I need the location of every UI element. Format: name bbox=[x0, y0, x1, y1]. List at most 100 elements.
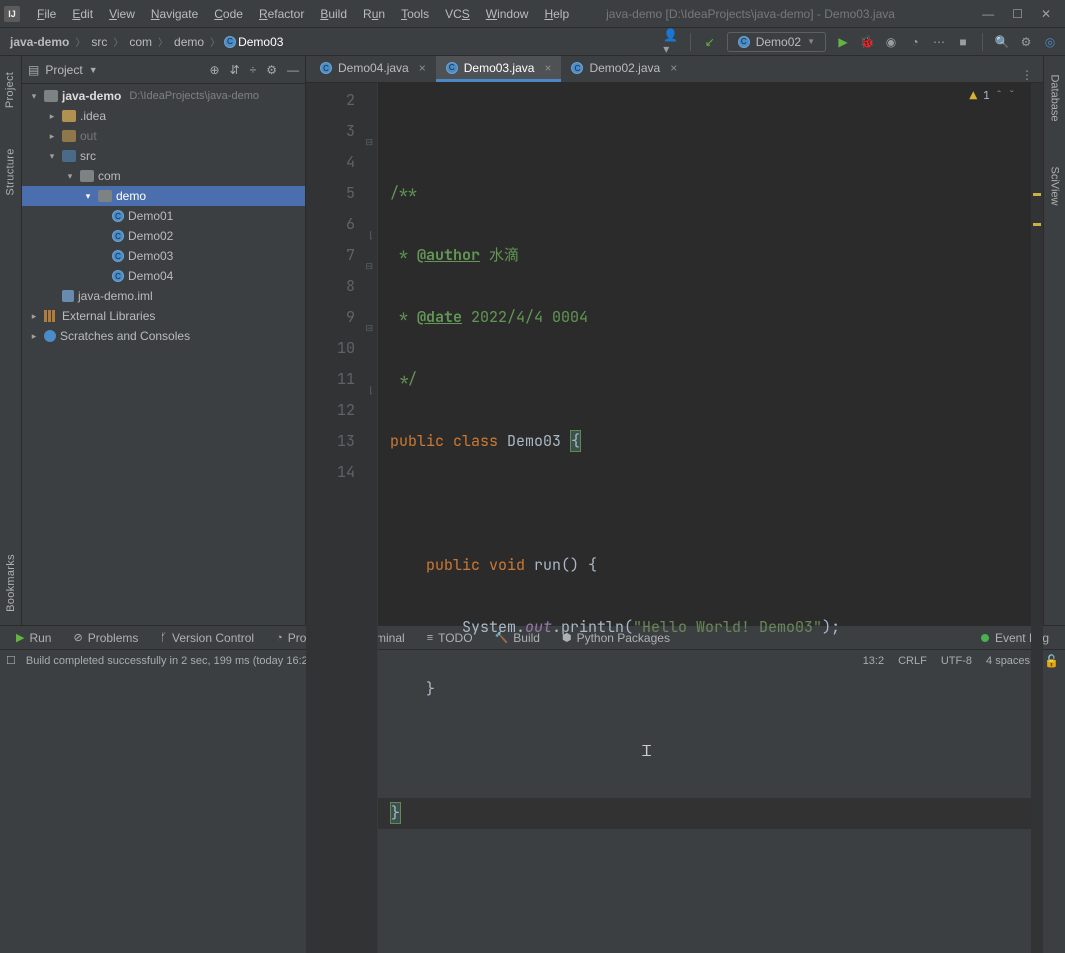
user-icon[interactable]: 👤▾ bbox=[664, 35, 678, 49]
readonly-lock-icon[interactable]: 🔓 bbox=[1044, 654, 1059, 668]
project-panel: ▤ Project ▼ ⊕ ⇵ ÷ ⚙ — ▾ java-demo D:\Ide… bbox=[22, 56, 306, 625]
menu-tools[interactable]: Tools bbox=[394, 4, 436, 24]
tree-src[interactable]: ▾src bbox=[22, 146, 305, 166]
left-tool-stripe: Project Structure Bookmarks bbox=[0, 56, 22, 625]
tree-iml[interactable]: java-demo.iml bbox=[22, 286, 305, 306]
crumb-src[interactable]: src bbox=[89, 35, 109, 49]
tab-demo03[interactable]: CDemo03.java× bbox=[436, 56, 562, 82]
toolbar-actions: 👤▾ ↙ C Demo02 ▼ ▶ 🐞 ◉ ◔ ⋯ ■ 🔍 ⚙ ◎ bbox=[664, 32, 1057, 52]
class-icon: C bbox=[224, 36, 236, 48]
main-area: Project Structure Bookmarks ▤ Project ▼ … bbox=[0, 56, 1065, 625]
collapse-all-icon[interactable]: ÷ bbox=[250, 63, 257, 77]
ide-action-icon[interactable]: ◎ bbox=[1043, 35, 1057, 49]
expand-all-icon[interactable]: ⇵ bbox=[230, 63, 240, 77]
run-icon[interactable]: ▶ bbox=[836, 35, 850, 49]
stripe-database[interactable]: Database bbox=[1049, 74, 1061, 121]
chevron-down-icon[interactable]: ˇ bbox=[1008, 89, 1015, 103]
close-icon[interactable]: × bbox=[419, 61, 426, 75]
stripe-sciview[interactable]: SciView bbox=[1049, 167, 1061, 206]
window-title: java-demo [D:\IdeaProjects\java-demo] - … bbox=[576, 7, 972, 21]
tab-demo04[interactable]: CDemo04.java× bbox=[310, 56, 436, 82]
crumb-com[interactable]: com bbox=[127, 35, 154, 49]
select-opened-icon[interactable]: ⊕ bbox=[210, 63, 220, 77]
project-tree: ▾ java-demo D:\IdeaProjects\java-demo ▸.… bbox=[22, 84, 305, 625]
status-message: Build completed successfully in 2 sec, 1… bbox=[26, 655, 318, 667]
project-view-icon[interactable]: ▤ bbox=[28, 63, 39, 77]
tree-external-libs[interactable]: ▸External Libraries bbox=[22, 306, 305, 326]
editor[interactable]: 2 3⊟ 4 5 6⌊ 7⊟ 8 9⊟ 10 11⌊ 12 13 14 /** … bbox=[306, 83, 1043, 953]
tree-demo04[interactable]: CDemo04 bbox=[22, 266, 305, 286]
tree-root[interactable]: ▾ java-demo D:\IdeaProjects\java-demo bbox=[22, 86, 305, 106]
tree-scratches[interactable]: ▸Scratches and Consoles bbox=[22, 326, 305, 346]
fold-icon[interactable]: ⊟ bbox=[363, 313, 373, 323]
tab-more-icon[interactable]: ⋮ bbox=[1011, 68, 1043, 82]
class-icon: C bbox=[738, 36, 750, 48]
project-panel-title[interactable]: Project bbox=[45, 63, 82, 77]
close-icon[interactable]: × bbox=[544, 61, 551, 75]
chevron-up-icon[interactable]: ˆ bbox=[996, 89, 1003, 103]
fold-icon[interactable]: ⊟ bbox=[363, 251, 373, 261]
toolwin-version-control[interactable]: ᚶVersion Control bbox=[152, 631, 262, 645]
debug-icon[interactable]: 🐞 bbox=[860, 35, 874, 49]
editor-tabs: CDemo04.java× CDemo03.java× CDemo02.java… bbox=[306, 56, 1043, 83]
attach-icon[interactable]: ⋯ bbox=[932, 35, 946, 49]
menu-run[interactable]: Run bbox=[356, 4, 392, 24]
tree-demo02[interactable]: CDemo02 bbox=[22, 226, 305, 246]
tree-idea[interactable]: ▸.idea bbox=[22, 106, 305, 126]
menu-help[interactable]: Help bbox=[537, 4, 576, 24]
error-stripe[interactable] bbox=[1031, 83, 1043, 953]
menu-view[interactable]: View bbox=[102, 4, 142, 24]
chevron-down-icon[interactable]: ▼ bbox=[89, 65, 98, 75]
crumb-demo[interactable]: demo bbox=[172, 35, 206, 49]
stripe-structure[interactable]: Structure bbox=[5, 148, 17, 195]
chevron-icon: 〉 bbox=[109, 34, 127, 49]
menu-vcs[interactable]: VCS bbox=[438, 4, 477, 24]
menu-code[interactable]: Code bbox=[207, 4, 250, 24]
menu-build[interactable]: Build bbox=[313, 4, 354, 24]
gutter: 2 3⊟ 4 5 6⌊ 7⊟ 8 9⊟ 10 11⌊ 12 13 14 bbox=[306, 83, 378, 953]
build-icon[interactable]: ↙ bbox=[703, 35, 717, 49]
close-icon[interactable]: × bbox=[670, 61, 677, 75]
chevron-icon: 〉 bbox=[206, 34, 224, 49]
hide-panel-icon[interactable]: — bbox=[287, 63, 299, 77]
menu-window[interactable]: Window bbox=[479, 4, 536, 24]
settings-icon[interactable]: ⚙ bbox=[1019, 35, 1033, 49]
tab-demo02[interactable]: CDemo02.java× bbox=[561, 56, 687, 82]
menu-refactor[interactable]: Refactor bbox=[252, 4, 311, 24]
title-bar: IJ File Edit View Navigate Code Refactor… bbox=[0, 0, 1065, 28]
fold-end-icon[interactable]: ⌊ bbox=[363, 375, 373, 385]
inspection-widget[interactable]: ▲ 1 ˆ ˇ bbox=[969, 87, 1015, 104]
toolwin-run[interactable]: ▶Run bbox=[8, 631, 59, 645]
close-icon[interactable]: ✕ bbox=[1041, 7, 1051, 21]
tree-out[interactable]: ▸out bbox=[22, 126, 305, 146]
menu-edit[interactable]: Edit bbox=[65, 4, 100, 24]
warning-icon: ▲ bbox=[969, 87, 977, 104]
text-cursor-icon: Ꮖ bbox=[642, 737, 652, 768]
fold-icon[interactable]: ⊟ bbox=[363, 127, 373, 137]
stripe-project[interactable]: Project bbox=[5, 72, 17, 108]
crumb-file[interactable]: Demo03 bbox=[236, 35, 285, 49]
search-icon[interactable]: 🔍 bbox=[995, 35, 1009, 49]
fold-end-icon[interactable]: ⌊ bbox=[363, 220, 373, 230]
tree-demo01[interactable]: CDemo01 bbox=[22, 206, 305, 226]
menu-navigate[interactable]: Navigate bbox=[144, 4, 205, 24]
toolwin-problems[interactable]: ⊘Problems bbox=[65, 631, 146, 645]
tree-demo[interactable]: ▾demo bbox=[22, 186, 305, 206]
stripe-bookmarks[interactable]: Bookmarks bbox=[5, 554, 17, 612]
crumb-root[interactable]: java-demo bbox=[8, 35, 71, 49]
run-config-selector[interactable]: C Demo02 ▼ bbox=[727, 32, 826, 52]
maximize-icon[interactable]: ☐ bbox=[1012, 7, 1023, 21]
status-message-icon: ☐ bbox=[6, 654, 16, 667]
menu-file[interactable]: File bbox=[30, 4, 63, 24]
tree-com[interactable]: ▾com bbox=[22, 166, 305, 186]
code-content[interactable]: /** * @author 水滴 * @date 2022/4/4 0004 *… bbox=[378, 83, 1043, 953]
settings-icon[interactable]: ⚙ bbox=[266, 63, 277, 77]
profile-icon[interactable]: ◔ bbox=[908, 35, 922, 49]
right-tool-stripe: Database SciView bbox=[1043, 56, 1065, 625]
tree-demo03[interactable]: CDemo03 bbox=[22, 246, 305, 266]
minimize-icon[interactable]: — bbox=[982, 7, 994, 21]
coverage-icon[interactable]: ◉ bbox=[884, 35, 898, 49]
stop-icon[interactable]: ■ bbox=[956, 35, 970, 49]
navigation-toolbar: java-demo 〉 src 〉 com 〉 demo 〉 C Demo03 … bbox=[0, 28, 1065, 56]
project-panel-header: ▤ Project ▼ ⊕ ⇵ ÷ ⚙ — bbox=[22, 56, 305, 84]
